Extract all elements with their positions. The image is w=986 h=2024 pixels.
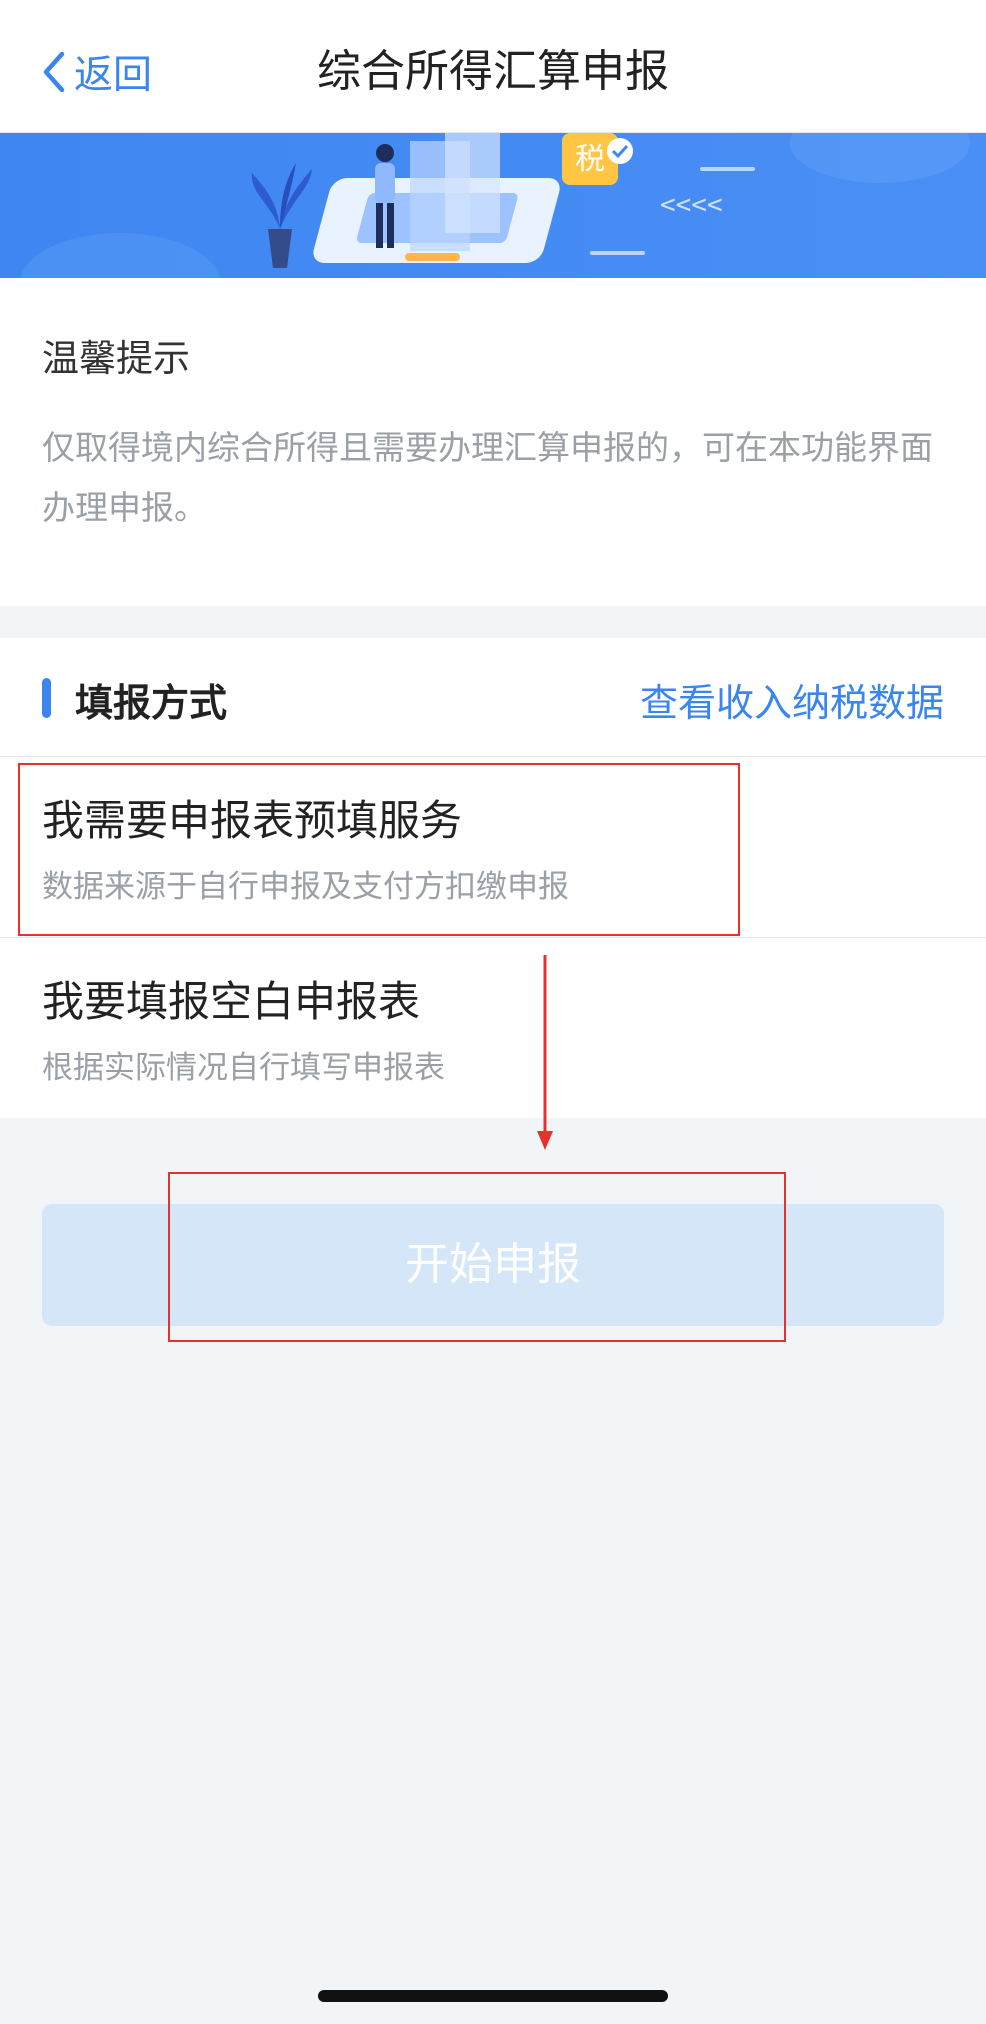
annotation-arrow-icon <box>537 955 553 1150</box>
view-income-tax-data-link[interactable]: 查看收入纳税数据 <box>640 672 944 727</box>
annotation-highlight-box <box>168 1172 786 1342</box>
section-accent-bar <box>42 678 51 718</box>
option-blank-form[interactable]: 我要填报空白申报表 根据实际情况自行填写申报表 <box>0 938 986 1118</box>
tax-badge-text: 税 <box>575 142 605 177</box>
option-subtitle: 根据实际情况自行填写申报表 <box>42 1050 445 1086</box>
banner-arrows: <<<< <box>660 190 723 220</box>
section-header: 填报方式 查看收入纳税数据 <box>0 638 986 757</box>
section-title: 填报方式 <box>75 681 228 725</box>
tips-text: 仅取得境内综合所得且需要办理汇算申报的，可在本功能界面办理申报。 <box>42 428 933 527</box>
option-title: 我要填报空白申报表 <box>42 977 421 1026</box>
tips-title: 温馨提示 <box>42 337 190 380</box>
banner-illustration: 税 <<<< <box>0 133 986 278</box>
nav-bar: 返回 综合所得汇算申报 <box>0 0 986 133</box>
annotation-highlight-box <box>18 763 740 936</box>
tips-card: 温馨提示 仅取得境内综合所得且需要办理汇算申报的，可在本功能界面办理申报。 <box>0 278 986 606</box>
page-title: 综合所得汇算申报 <box>317 46 669 97</box>
home-indicator <box>318 1990 668 2002</box>
